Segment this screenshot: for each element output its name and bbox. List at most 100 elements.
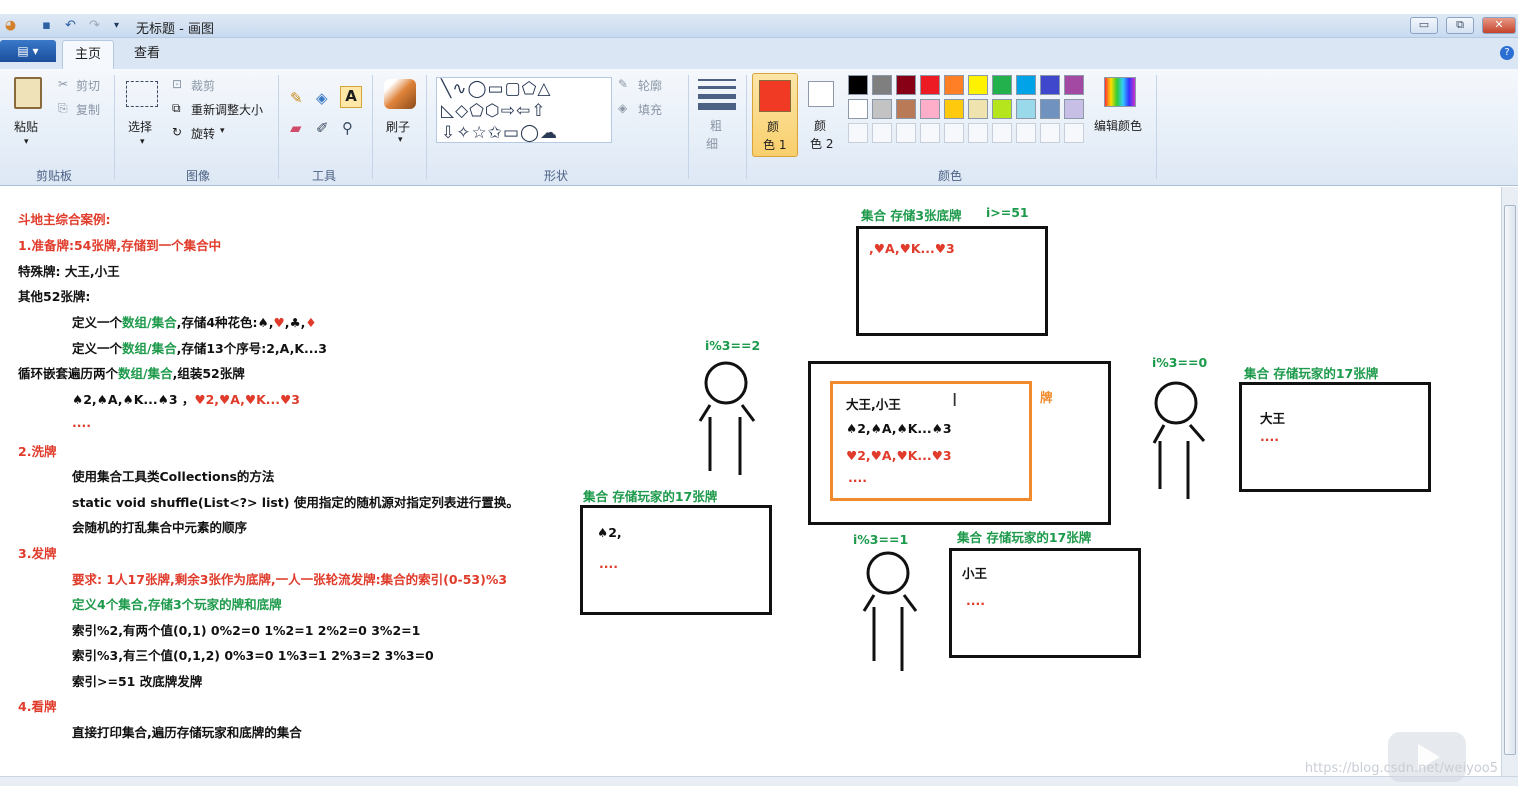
ribbon-tab-row: ▤ ▾ 主页 查看 ? <box>0 38 1518 69</box>
size-label-1[interactable]: 粗 <box>710 117 722 134</box>
rotate-icon[interactable]: ↻ <box>172 125 182 139</box>
undo-icon[interactable]: ↶ <box>62 17 79 34</box>
image-group-label: 图像 <box>186 169 211 183</box>
resize-button[interactable]: 重新调整大小 <box>191 101 263 118</box>
cut-button[interactable]: 剪切 <box>76 77 100 94</box>
custom-color-slot[interactable] <box>896 123 916 143</box>
palette-swatch[interactable] <box>944 75 964 95</box>
palette-swatch[interactable] <box>1016 75 1036 95</box>
outline-button[interactable]: 轮廓 <box>638 77 662 94</box>
select-dropdown-icon[interactable]: ▾ <box>140 137 145 147</box>
palette-swatch[interactable] <box>944 99 964 119</box>
edit-colors-button[interactable]: 编辑颜色 <box>1094 117 1142 134</box>
customize-quick-access-icon[interactable]: ▾ <box>108 17 125 34</box>
custom-color-slot[interactable] <box>944 123 964 143</box>
paste-icon[interactable] <box>14 77 42 109</box>
color-2-button[interactable]: 颜 色 2 <box>802 73 844 157</box>
note-four-collections: 定义4个集合,存储3个玩家的牌和底牌 <box>72 597 282 612</box>
brushes-dropdown-icon[interactable]: ▾ <box>398 135 403 145</box>
brush-icon[interactable] <box>384 79 416 109</box>
size-label-2[interactable]: 细 <box>706 135 718 152</box>
note-define-ranks: 定义一个数组/集合,存储13个序号:2,A,K...3 <box>72 338 327 357</box>
save-icon[interactable]: ▪ <box>38 17 55 34</box>
rotate-dropdown-icon[interactable]: ▾ <box>220 126 225 136</box>
custom-color-slot[interactable] <box>920 123 940 143</box>
palette-swatch[interactable] <box>1064 75 1084 95</box>
tab-view[interactable]: 查看 <box>122 40 172 69</box>
select-icon[interactable] <box>126 81 158 107</box>
palette-swatch[interactable] <box>992 75 1012 95</box>
help-icon[interactable]: ? <box>1500 46 1514 60</box>
palette-swatch[interactable] <box>1016 99 1036 119</box>
note-step-1: 1.准备牌:54张牌,存储到一个集合中 <box>18 238 222 253</box>
paste-dropdown-icon[interactable]: ▾ <box>24 137 29 147</box>
minimize-button[interactable]: ▭ <box>1410 17 1438 34</box>
color-2-label-a: 颜 <box>814 119 827 133</box>
custom-color-slot[interactable] <box>968 123 988 143</box>
palette-swatch[interactable] <box>896 75 916 95</box>
paste-button[interactable]: 粘贴 <box>14 118 38 135</box>
custom-color-slot[interactable] <box>1064 123 1084 143</box>
custom-color-slot[interactable] <box>1016 123 1036 143</box>
middle-player-title: 集合 存储玩家的17张牌 <box>957 530 1092 545</box>
fill-icon[interactable]: ◈ <box>618 101 627 115</box>
palette-swatch[interactable] <box>968 99 988 119</box>
custom-color-slot[interactable] <box>992 123 1012 143</box>
palette-swatch[interactable] <box>848 75 868 95</box>
palette-swatch[interactable] <box>872 75 892 95</box>
paint-menu-button[interactable]: ▤ ▾ <box>0 40 56 62</box>
close-button[interactable]: ✕ <box>1482 17 1516 34</box>
note-mod-2: 索引%2,有两个值(0,1) 0%2=0 1%2=1 2%2=0 3%2=1 <box>72 623 421 638</box>
palette-swatch[interactable] <box>1040 75 1060 95</box>
color-1-button[interactable]: 颜 色 1 <box>752 73 798 157</box>
left-player-condition: i%3==2 <box>705 338 761 353</box>
left-player-title: 集合 存储玩家的17张牌 <box>583 489 718 504</box>
magnifier-icon[interactable]: ⚲ <box>342 119 353 137</box>
crop-icon[interactable]: ⊡ <box>172 77 182 91</box>
paint-app-icon[interactable]: ◕ <box>2 17 19 34</box>
pencil-icon[interactable]: ✎ <box>290 89 303 107</box>
fill-bucket-icon[interactable]: ◈ <box>316 89 328 107</box>
custom-color-slot[interactable] <box>872 123 892 143</box>
size-icon[interactable] <box>698 77 736 110</box>
cut-icon[interactable]: ✂ <box>58 77 68 91</box>
brushes-button[interactable]: 刷子 <box>386 118 410 135</box>
redo-icon[interactable]: ↷ <box>86 17 103 34</box>
palette-swatch[interactable] <box>1064 99 1084 119</box>
horizontal-scrollbar[interactable] <box>0 776 1518 786</box>
palette-swatch[interactable] <box>920 99 940 119</box>
bottom-cards-box: ,♥A,♥K...♥3 <box>856 226 1048 336</box>
restore-button[interactable]: ⧉ <box>1446 17 1474 34</box>
resize-icon[interactable]: ⧉ <box>172 101 181 116</box>
note-text: ,存储4种花色:♠, <box>176 315 274 330</box>
tab-home[interactable]: 主页 <box>62 40 115 69</box>
shapes-gallery[interactable]: ╲∿◯▭▢⬠△ ◺◇⬠⬡⇨⇦⇧ ⇩✧☆✩▭◯☁ <box>436 77 612 143</box>
text-tool-icon[interactable]: A <box>340 86 362 108</box>
palette-swatch[interactable] <box>968 75 988 95</box>
vertical-scrollbar[interactable] <box>1501 187 1518 776</box>
group-divider <box>688 75 689 179</box>
fill-button[interactable]: 填充 <box>638 101 662 118</box>
palette-swatch[interactable] <box>920 75 940 95</box>
copy-icon[interactable]: ⎘ <box>58 101 68 116</box>
palette-swatch[interactable] <box>848 99 868 119</box>
palette-swatch[interactable] <box>1040 99 1060 119</box>
palette-swatch[interactable] <box>896 99 916 119</box>
copy-button[interactable]: 复制 <box>76 101 100 118</box>
outline-icon[interactable]: ✎ <box>618 77 628 91</box>
edit-colors-icon[interactable] <box>1104 77 1136 107</box>
shapes-group-label: 形状 <box>544 169 569 183</box>
color-picker-icon[interactable]: ✐ <box>316 119 329 137</box>
palette-swatch[interactable] <box>872 99 892 119</box>
eraser-icon[interactable]: ▰ <box>290 119 302 137</box>
middle-player-box: 小王 .... <box>949 548 1141 658</box>
custom-color-slot[interactable] <box>1040 123 1060 143</box>
palette-swatch[interactable] <box>992 99 1012 119</box>
select-button[interactable]: 选择 <box>128 118 152 135</box>
rotate-button[interactable]: 旋转 <box>191 125 215 142</box>
middle-player-line-2: .... <box>966 593 985 608</box>
custom-color-slot[interactable] <box>848 123 868 143</box>
drawing-canvas[interactable]: 斗地主综合案例: 1.准备牌:54张牌,存储到一个集合中 特殊牌: 大王,小王 … <box>0 187 1501 776</box>
crop-button[interactable]: 裁剪 <box>191 77 215 94</box>
vertical-scroll-thumb[interactable] <box>1504 205 1516 755</box>
